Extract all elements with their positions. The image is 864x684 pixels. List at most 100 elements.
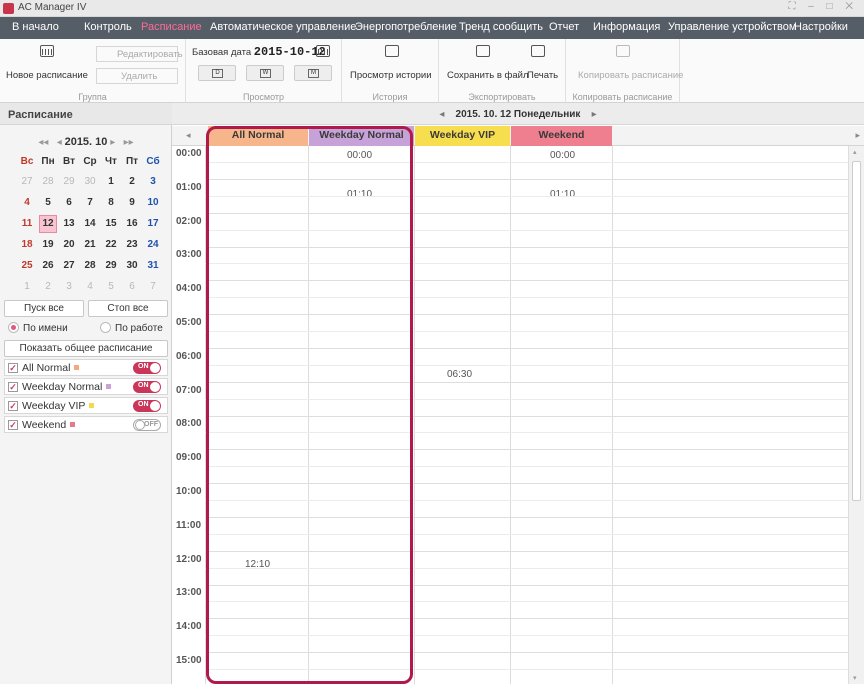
menu-energy[interactable]: Энергопотребление (355, 21, 457, 33)
window-controls[interactable]: ⛶ – □ ✕ (788, 1, 858, 12)
scroll-up-icon[interactable]: ▴ (853, 148, 857, 156)
event-weekend-2[interactable]: 01:10 (550, 189, 575, 200)
calendar-day[interactable]: 2 (123, 176, 141, 187)
scroll-left-icon[interactable]: ◂ (186, 130, 191, 141)
calendar-day[interactable]: 12 (39, 215, 57, 233)
view-week-button[interactable]: W (246, 65, 284, 81)
calendar-day[interactable]: 25 (18, 260, 36, 271)
calendar-day[interactable]: 6 (123, 281, 141, 292)
view-day-button[interactable]: D (198, 65, 236, 81)
calendar-day[interactable]: 27 (60, 260, 78, 271)
calendar-day[interactable]: 6 (60, 197, 78, 208)
scroll-right-icon[interactable]: ▸ (855, 130, 860, 141)
schedule-item[interactable]: ✓ Weekend OFF (4, 416, 168, 433)
calendar-day[interactable]: 1 (18, 281, 36, 292)
calendar-day[interactable]: 26 (39, 260, 57, 271)
calendar-day[interactable]: 31 (144, 260, 162, 271)
menu-report[interactable]: Отчет (549, 21, 579, 33)
scroll-thumb[interactable] (852, 161, 861, 501)
schedule-toggle[interactable]: ON (133, 381, 161, 393)
save-to-file-button[interactable]: Сохранить в файл (447, 70, 528, 81)
print-button[interactable]: Печать (527, 70, 558, 81)
delete-button[interactable]: Удалить (96, 68, 178, 84)
next-month-button[interactable]: ▸ (110, 137, 115, 148)
calendar-day[interactable]: 5 (39, 197, 57, 208)
menu-trend[interactable]: Тренд сообщить (459, 21, 543, 33)
checkbox-checked-icon[interactable]: ✓ (8, 401, 18, 411)
calendar-day[interactable]: 3 (144, 176, 162, 187)
calendar-day[interactable]: 10 (144, 197, 162, 208)
calendar-day[interactable]: 13 (60, 218, 78, 229)
menu-schedule[interactable]: Расписание (141, 21, 202, 33)
calendar-day[interactable]: 20 (60, 239, 78, 250)
schedule-toggle[interactable]: ON (133, 362, 161, 374)
schedule-toggle[interactable]: OFF (133, 419, 161, 431)
event-weekday-normal-start[interactable]: 00:00 (347, 150, 372, 161)
calendar-day[interactable]: 30 (81, 176, 99, 187)
prev-month-button[interactable]: ◂ (57, 137, 62, 148)
time-grid[interactable]: 00:00 01:10 00:00 01:10 06:30 12:10 00:0… (172, 146, 848, 684)
new-schedule-button[interactable]: Новое расписание (6, 70, 88, 81)
sort-by-work-radio[interactable]: По работе (100, 322, 163, 334)
view-history-button[interactable]: Просмотр истории (350, 70, 432, 81)
calendar-day[interactable]: 4 (81, 281, 99, 292)
prev-day-button[interactable]: ◂ (439, 109, 444, 120)
checkbox-checked-icon[interactable]: ✓ (8, 363, 18, 373)
stop-all-button[interactable]: Стоп все (88, 300, 168, 317)
checkbox-checked-icon[interactable]: ✓ (8, 382, 18, 392)
menu-device-management[interactable]: Управление устройством (668, 21, 796, 33)
calendar-day[interactable]: 18 (18, 239, 36, 250)
schedule-item[interactable]: ✓ Weekday Normal ON (4, 378, 168, 395)
calendar-day[interactable]: 24 (144, 239, 162, 250)
calendar-day[interactable]: 29 (60, 176, 78, 187)
next-year-button[interactable]: ▸▸ (124, 137, 134, 148)
event-weekend-start[interactable]: 00:00 (550, 150, 575, 161)
edit-button[interactable]: Редактировать (96, 46, 183, 62)
date-picker-icon[interactable] (316, 45, 330, 60)
sort-by-name-radio[interactable]: По имени (8, 322, 68, 334)
base-date-field[interactable]: Базовая дата 2015-10-12 (192, 45, 326, 59)
calendar-day[interactable]: 22 (102, 239, 120, 250)
calendar-day[interactable]: 28 (81, 260, 99, 271)
calendar-day[interactable]: 9 (123, 197, 141, 208)
checkbox-checked-icon[interactable]: ✓ (8, 420, 18, 430)
calendar-day[interactable]: 11 (18, 218, 36, 229)
start-all-button[interactable]: Пуск все (4, 300, 84, 317)
scroll-down-icon[interactable]: ▾ (853, 674, 857, 682)
calendar-day[interactable]: 8 (102, 197, 120, 208)
menu-auto-control[interactable]: Автоматическое управление (210, 21, 356, 33)
schedule-item[interactable]: ✓ Weekday VIP ON (4, 397, 168, 414)
calendar-day[interactable]: 15 (102, 218, 120, 229)
next-day-button[interactable]: ▸ (592, 109, 597, 120)
calendar-day[interactable]: 7 (81, 197, 99, 208)
schedule-toggle[interactable]: ON (133, 400, 161, 412)
calendar-day[interactable]: 7 (144, 281, 162, 292)
calendar-day[interactable]: 3 (60, 281, 78, 292)
calendar-day[interactable]: 1 (102, 176, 120, 187)
calendar-day[interactable]: 29 (102, 260, 120, 271)
calendar-day[interactable]: 30 (123, 260, 141, 271)
event-weekday-normal-2[interactable]: 01:10 (347, 189, 372, 200)
column-header-all-normal[interactable]: All Normal (208, 126, 308, 146)
calendar-day[interactable]: 23 (123, 239, 141, 250)
calendar-day[interactable]: 17 (144, 218, 162, 229)
menu-info[interactable]: Информация (593, 21, 660, 33)
calendar-day[interactable]: 27 (18, 176, 36, 187)
calendar-day[interactable]: 19 (39, 239, 57, 250)
column-header-weekday-vip[interactable]: Weekday VIP (415, 126, 510, 146)
show-common-schedule-button[interactable]: Показать общее расписание (4, 340, 168, 357)
column-header-weekend[interactable]: Weekend (511, 126, 612, 146)
column-header-weekday-normal[interactable]: Weekday Normal (309, 126, 414, 146)
menu-home[interactable]: В начало (12, 21, 59, 33)
copy-schedule-button[interactable]: Копировать расписание (578, 70, 683, 81)
event-weekday-vip[interactable]: 06:30 (447, 369, 472, 380)
calendar-day[interactable]: 28 (39, 176, 57, 187)
schedule-item[interactable]: ✓ All Normal ON (4, 359, 168, 376)
menu-settings[interactable]: Настройки (794, 21, 848, 33)
calendar-day[interactable]: 21 (81, 239, 99, 250)
calendar-day[interactable]: 16 (123, 218, 141, 229)
calendar-day[interactable]: 14 (81, 218, 99, 229)
calendar-day[interactable]: 4 (18, 197, 36, 208)
prev-year-button[interactable]: ◂◂ (38, 137, 48, 148)
menu-control[interactable]: Контроль (84, 21, 132, 33)
